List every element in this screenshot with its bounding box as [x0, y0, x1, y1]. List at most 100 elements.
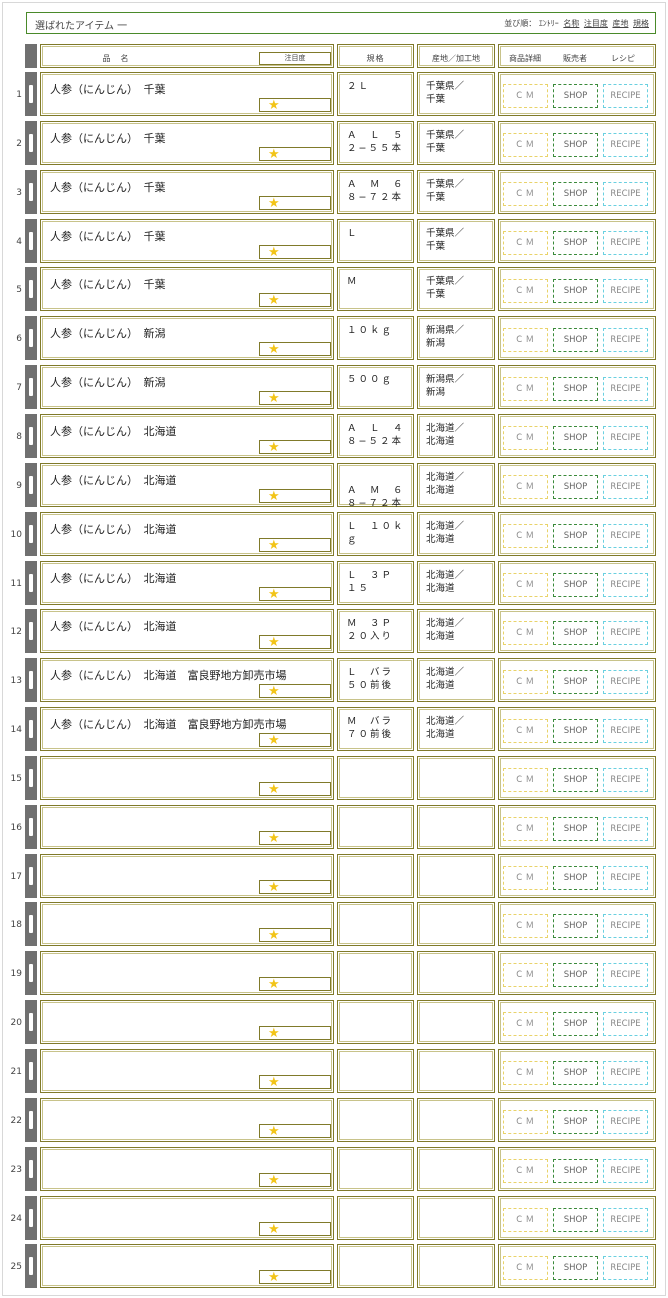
cm-button[interactable]: ＣＭ [503, 719, 548, 743]
attention-rating[interactable]: ★ [259, 147, 331, 162]
shop-button[interactable]: SHOP [553, 817, 598, 841]
cm-button[interactable]: ＣＭ [503, 133, 548, 157]
cm-button[interactable]: ＣＭ [503, 963, 548, 987]
shop-button[interactable]: SHOP [553, 1012, 598, 1036]
row-handle[interactable] [25, 756, 37, 800]
row-handle[interactable] [25, 414, 37, 458]
attention-rating[interactable]: ★ [259, 489, 331, 504]
recipe-button[interactable]: RECIPE [603, 1159, 648, 1183]
sort-by-origin-link[interactable]: 産地 [612, 19, 628, 28]
row-handle[interactable] [25, 707, 37, 751]
attention-rating[interactable]: ★ [259, 977, 331, 992]
attention-rating[interactable]: ★ [259, 245, 331, 260]
attention-rating[interactable]: ★ [259, 1270, 331, 1285]
attention-rating[interactable]: ★ [259, 782, 331, 797]
attention-rating[interactable]: ★ [259, 880, 331, 895]
cm-button[interactable]: ＣＭ [503, 670, 548, 694]
recipe-button[interactable]: RECIPE [603, 719, 648, 743]
attention-rating[interactable]: ★ [259, 831, 331, 846]
row-handle[interactable] [25, 121, 37, 165]
recipe-button[interactable]: RECIPE [603, 475, 648, 499]
attention-rating[interactable]: ★ [259, 684, 331, 699]
attention-rating[interactable]: ★ [259, 733, 331, 748]
recipe-button[interactable]: RECIPE [603, 377, 648, 401]
attention-rating[interactable]: ★ [259, 587, 331, 602]
recipe-button[interactable]: RECIPE [603, 231, 648, 255]
recipe-button[interactable]: RECIPE [603, 914, 648, 938]
shop-button[interactable]: SHOP [553, 279, 598, 303]
recipe-button[interactable]: RECIPE [603, 1110, 648, 1134]
attention-rating[interactable]: ★ [259, 538, 331, 553]
row-handle[interactable] [25, 658, 37, 702]
cm-button[interactable]: ＣＭ [503, 866, 548, 890]
row-handle[interactable] [25, 854, 37, 898]
recipe-button[interactable]: RECIPE [603, 328, 648, 352]
attention-rating[interactable]: ★ [259, 293, 331, 308]
recipe-button[interactable]: RECIPE [603, 768, 648, 792]
cm-button[interactable]: ＣＭ [503, 914, 548, 938]
attention-rating[interactable]: ★ [259, 1075, 331, 1090]
recipe-button[interactable]: RECIPE [603, 84, 648, 108]
shop-button[interactable]: SHOP [553, 1256, 598, 1280]
cm-button[interactable]: ＣＭ [503, 328, 548, 352]
recipe-button[interactable]: RECIPE [603, 963, 648, 987]
cm-button[interactable]: ＣＭ [503, 426, 548, 450]
attention-rating[interactable]: ★ [259, 342, 331, 357]
cm-button[interactable]: ＣＭ [503, 377, 548, 401]
shop-button[interactable]: SHOP [553, 1110, 598, 1134]
row-handle[interactable] [25, 463, 37, 507]
shop-button[interactable]: SHOP [553, 768, 598, 792]
attention-rating[interactable]: ★ [259, 1124, 331, 1139]
recipe-button[interactable]: RECIPE [603, 1012, 648, 1036]
attention-rating[interactable]: ★ [259, 1173, 331, 1188]
cm-button[interactable]: ＣＭ [503, 1110, 548, 1134]
cm-button[interactable]: ＣＭ [503, 279, 548, 303]
recipe-button[interactable]: RECIPE [603, 133, 648, 157]
cm-button[interactable]: ＣＭ [503, 573, 548, 597]
cm-button[interactable]: ＣＭ [503, 1256, 548, 1280]
row-handle[interactable] [25, 267, 37, 311]
attention-rating[interactable]: ★ [259, 635, 331, 650]
row-handle[interactable] [25, 316, 37, 360]
shop-button[interactable]: SHOP [553, 573, 598, 597]
sort-by-spec-link[interactable]: 規格 [633, 19, 649, 28]
cm-button[interactable]: ＣＭ [503, 1159, 548, 1183]
attention-rating[interactable]: ★ [259, 196, 331, 211]
recipe-button[interactable]: RECIPE [603, 866, 648, 890]
shop-button[interactable]: SHOP [553, 182, 598, 206]
row-handle[interactable] [25, 1196, 37, 1240]
cm-button[interactable]: ＣＭ [503, 1061, 548, 1085]
row-handle[interactable] [25, 365, 37, 409]
shop-button[interactable]: SHOP [553, 133, 598, 157]
row-handle[interactable] [25, 1147, 37, 1191]
cm-button[interactable]: ＣＭ [503, 1208, 548, 1232]
shop-button[interactable]: SHOP [553, 84, 598, 108]
recipe-button[interactable]: RECIPE [603, 817, 648, 841]
row-handle[interactable] [25, 170, 37, 214]
cm-button[interactable]: ＣＭ [503, 182, 548, 206]
shop-button[interactable]: SHOP [553, 1208, 598, 1232]
shop-button[interactable]: SHOP [553, 670, 598, 694]
recipe-button[interactable]: RECIPE [603, 524, 648, 548]
recipe-button[interactable]: RECIPE [603, 1061, 648, 1085]
recipe-button[interactable]: RECIPE [603, 1256, 648, 1280]
shop-button[interactable]: SHOP [553, 1159, 598, 1183]
shop-button[interactable]: SHOP [553, 914, 598, 938]
row-handle[interactable] [25, 609, 37, 653]
cm-button[interactable]: ＣＭ [503, 475, 548, 499]
attention-rating[interactable]: ★ [259, 391, 331, 406]
attention-rating[interactable]: ★ [259, 1222, 331, 1237]
attention-rating[interactable]: ★ [259, 98, 331, 113]
row-handle[interactable] [25, 219, 37, 263]
sort-by-attention-link[interactable]: 注目度 [584, 19, 608, 28]
cm-button[interactable]: ＣＭ [503, 524, 548, 548]
attention-rating[interactable]: ★ [259, 440, 331, 455]
cm-button[interactable]: ＣＭ [503, 231, 548, 255]
row-handle[interactable] [25, 1244, 37, 1288]
row-handle[interactable] [25, 1098, 37, 1142]
cm-button[interactable]: ＣＭ [503, 768, 548, 792]
row-handle[interactable] [25, 805, 37, 849]
shop-button[interactable]: SHOP [553, 719, 598, 743]
cm-button[interactable]: ＣＭ [503, 1012, 548, 1036]
shop-button[interactable]: SHOP [553, 328, 598, 352]
